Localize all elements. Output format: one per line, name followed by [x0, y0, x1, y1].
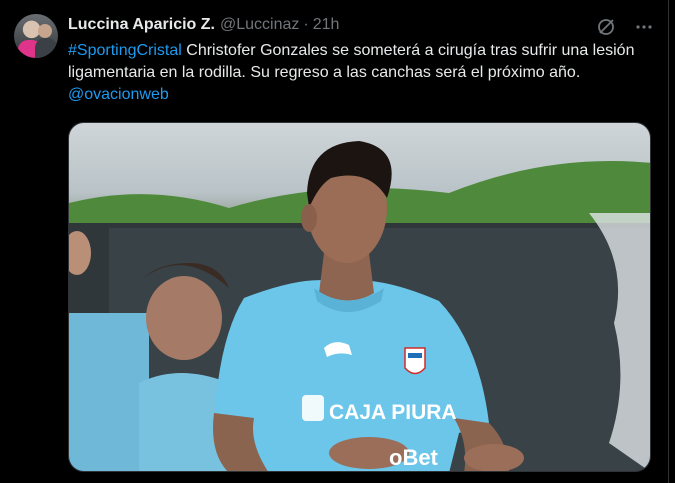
author-handle[interactable]: @Luccinaz — [220, 16, 299, 34]
tweet-photo[interactable]: CAJA PIURA oBet — [68, 122, 651, 472]
tweet-text: #SportingCristal Christofer Gonzales se … — [68, 40, 648, 106]
tweet-header: Luccina Aparicio Z. @Luccinaz · 21h — [68, 14, 658, 36]
sponsor-text-2: oBet — [389, 445, 439, 470]
tweet-card[interactable]: Luccina Aparicio Z. @Luccinaz · 21h #Spo… — [0, 0, 669, 483]
avatar-figure-2 — [35, 38, 57, 58]
photo-illustration: CAJA PIURA oBet — [69, 141, 650, 471]
mention-link[interactable]: @ovacionweb — [68, 86, 169, 103]
more-icon[interactable] — [634, 17, 654, 37]
hashtag-link[interactable]: #SportingCristal — [68, 42, 182, 59]
grok-icon[interactable] — [596, 17, 616, 37]
avatar-figure-2-head — [38, 24, 52, 38]
separator-dot: · — [303, 16, 309, 33]
tweet-time[interactable]: 21h — [313, 16, 340, 34]
club-crest — [404, 347, 426, 375]
sponsor-text: CAJA PIURA — [329, 401, 457, 424]
avatar[interactable] — [14, 14, 58, 58]
author-name[interactable]: Luccina Aparicio Z. — [68, 16, 215, 34]
